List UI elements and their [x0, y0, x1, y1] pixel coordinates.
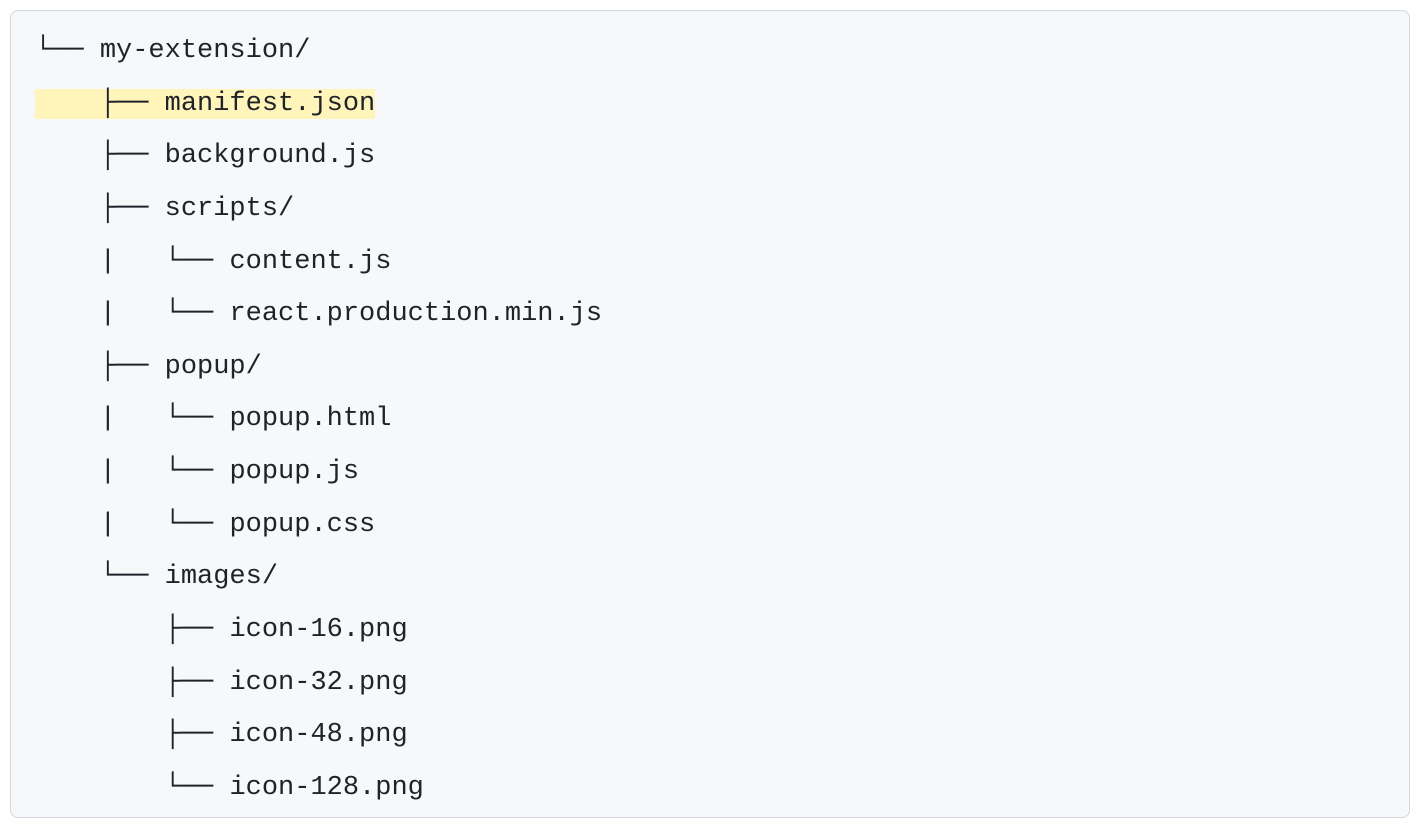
tree-line: ├── icon-48.png	[35, 709, 1409, 762]
tree-branch-glyph: └──	[35, 36, 100, 66]
tree-node-name: popup.js	[229, 457, 359, 487]
tree-line: ├── manifest.json	[35, 78, 1409, 131]
tree-node-name: scripts/	[165, 194, 295, 224]
tree-branch-glyph: ├──	[35, 141, 165, 171]
tree-node-name: manifest.json	[165, 89, 376, 119]
tree-node-name: images/	[165, 562, 278, 592]
tree-node-name: icon-16.png	[229, 615, 407, 645]
tree-line: ├── scripts/	[35, 183, 1409, 236]
tree-branch-glyph: ├──	[35, 668, 229, 698]
tree-line: | └── react.production.min.js	[35, 288, 1409, 341]
file-tree: └── my-extension/ ├── manifest.json ├── …	[35, 25, 1409, 815]
tree-line: | └── popup.html	[35, 393, 1409, 446]
tree-node-name: my-extension/	[100, 36, 311, 66]
tree-line: | └── content.js	[35, 236, 1409, 289]
tree-node-name: react.production.min.js	[229, 299, 602, 329]
tree-line: ├── popup/	[35, 341, 1409, 394]
tree-branch-glyph: | └──	[35, 299, 229, 329]
tree-branch-glyph: ├──	[35, 352, 165, 382]
tree-line: ├── icon-32.png	[35, 657, 1409, 710]
file-tree-panel: └── my-extension/ ├── manifest.json ├── …	[10, 10, 1410, 818]
tree-branch-glyph: ├──	[35, 615, 229, 645]
tree-branch-glyph: | └──	[35, 247, 229, 277]
tree-node-name: icon-32.png	[229, 668, 407, 698]
tree-branch-glyph: | └──	[35, 404, 229, 434]
tree-line: ├── icon-16.png	[35, 604, 1409, 657]
tree-branch-glyph: ├──	[35, 89, 165, 119]
tree-line: └── icon-128.png	[35, 762, 1409, 815]
tree-node-name: icon-48.png	[229, 720, 407, 750]
tree-node-name: popup/	[165, 352, 262, 382]
tree-line: └── images/	[35, 551, 1409, 604]
tree-branch-glyph: └──	[35, 773, 229, 803]
tree-line: ├── background.js	[35, 130, 1409, 183]
tree-line: └── my-extension/	[35, 25, 1409, 78]
tree-node-name: background.js	[165, 141, 376, 171]
highlighted-line: ├── manifest.json	[35, 89, 375, 119]
tree-branch-glyph: ├──	[35, 194, 165, 224]
tree-node-name: popup.html	[229, 404, 391, 434]
tree-node-name: popup.css	[229, 510, 375, 540]
tree-branch-glyph: └──	[35, 562, 165, 592]
tree-node-name: content.js	[229, 247, 391, 277]
tree-branch-glyph: | └──	[35, 457, 229, 487]
tree-branch-glyph: | └──	[35, 510, 229, 540]
tree-node-name: icon-128.png	[229, 773, 423, 803]
tree-line: | └── popup.js	[35, 446, 1409, 499]
tree-branch-glyph: ├──	[35, 720, 229, 750]
tree-line: | └── popup.css	[35, 499, 1409, 552]
